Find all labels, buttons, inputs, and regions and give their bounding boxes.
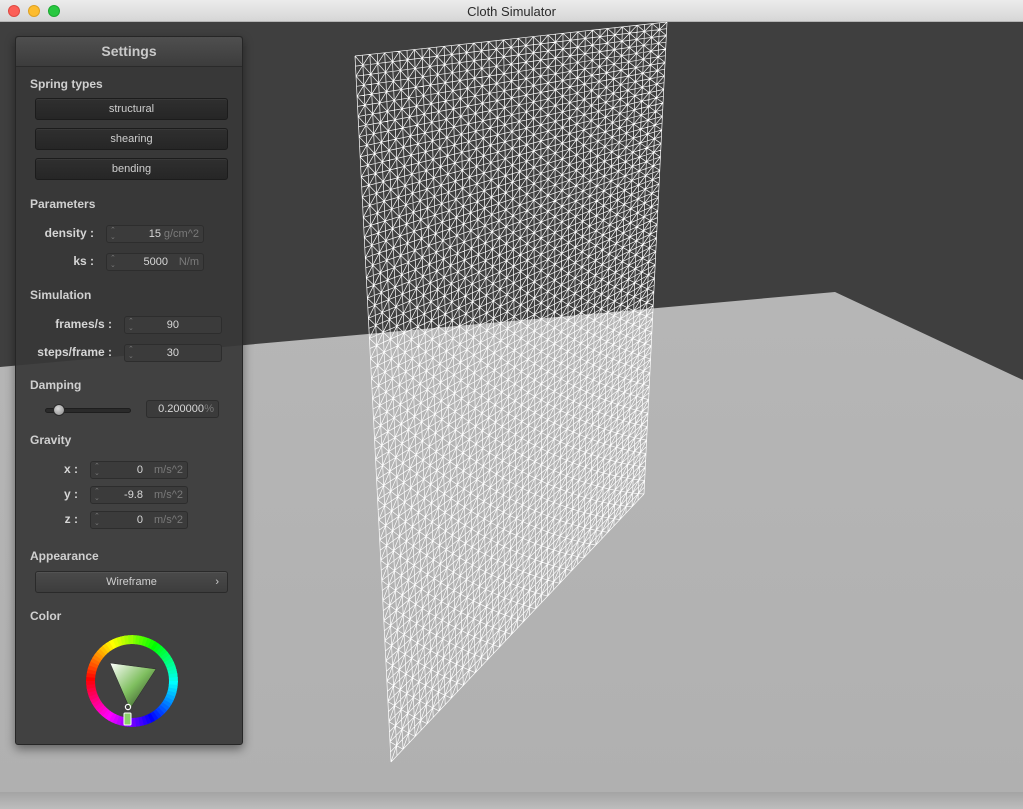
damping-label: Damping bbox=[30, 378, 82, 392]
damping-field[interactable]: 0.200000 % bbox=[146, 400, 219, 418]
window-title: Cloth Simulator bbox=[467, 4, 556, 19]
gravity-x-unit: m/s^2 bbox=[154, 464, 183, 476]
gravity-x-value: 0 bbox=[136, 464, 143, 476]
ks-field[interactable]: ⌃ ⌄ 5000 N/m bbox=[106, 253, 204, 271]
frames-per-sec-label: frames/s : bbox=[55, 317, 112, 331]
appearance-dropdown[interactable]: Wireframe › bbox=[35, 571, 228, 593]
gravity-x-label: x : bbox=[63, 462, 78, 476]
gravity-label: Gravity bbox=[30, 433, 72, 447]
shearing-toggle-button[interactable]: shearing bbox=[35, 128, 228, 150]
ks-value: 5000 bbox=[143, 256, 168, 268]
gravity-y-label: y : bbox=[63, 487, 78, 501]
gravity-y-value: -9.8 bbox=[124, 489, 143, 501]
damping-unit: % bbox=[204, 403, 214, 415]
spinner-icon[interactable]: ⌃ ⌄ bbox=[94, 513, 100, 527]
steps-per-frame-field[interactable]: ⌃ ⌄ 30 bbox=[124, 344, 222, 362]
gravity-z-unit: m/s^2 bbox=[154, 514, 183, 526]
damping-slider-handle[interactable] bbox=[53, 404, 66, 416]
density-label: density : bbox=[44, 226, 94, 240]
damping-value: 0.200000 bbox=[158, 403, 204, 415]
density-value: 15 bbox=[148, 228, 161, 240]
density-unit: g/cm^2 bbox=[163, 228, 199, 240]
appearance-selected: Wireframe bbox=[106, 576, 157, 588]
steps-per-frame-label: steps/frame : bbox=[37, 345, 112, 359]
color-label: Color bbox=[30, 609, 62, 623]
frames-per-sec-field[interactable]: ⌃ ⌄ 90 bbox=[124, 316, 222, 334]
gravity-z-label: z : bbox=[64, 512, 78, 526]
bending-toggle-button[interactable]: bending bbox=[35, 158, 228, 180]
chevron-right-icon: › bbox=[215, 576, 219, 588]
spinner-icon[interactable]: ⌃ ⌄ bbox=[128, 318, 134, 332]
gravity-z-field[interactable]: ⌃ ⌄ 0 m/s^2 bbox=[90, 511, 188, 529]
structural-toggle-button[interactable]: structural bbox=[35, 98, 228, 120]
window-titlebar: Cloth Simulator bbox=[0, 0, 1023, 22]
appearance-label: Appearance bbox=[30, 549, 99, 563]
gravity-y-field[interactable]: ⌃ ⌄ -9.8 m/s^2 bbox=[90, 486, 188, 504]
gravity-y-unit: m/s^2 bbox=[154, 489, 183, 501]
ks-label: ks : bbox=[73, 254, 94, 268]
ks-unit: N/m bbox=[178, 256, 199, 268]
gravity-z-value: 0 bbox=[136, 514, 143, 526]
spinner-icon[interactable]: ⌃ ⌄ bbox=[128, 346, 134, 360]
spinner-icon[interactable]: ⌃ ⌄ bbox=[94, 463, 100, 477]
color-wheel-icon bbox=[86, 635, 178, 727]
frames-per-sec-value: 90 bbox=[166, 319, 179, 331]
gravity-x-field[interactable]: ⌃ ⌄ 0 m/s^2 bbox=[90, 461, 188, 479]
color-wheel-picker[interactable] bbox=[86, 635, 178, 727]
spinner-icon[interactable]: ⌃ ⌄ bbox=[110, 227, 116, 241]
settings-panel: Settings Spring types structural shearin… bbox=[15, 36, 243, 745]
settings-title[interactable]: Settings bbox=[16, 37, 242, 67]
steps-per-frame-value: 30 bbox=[166, 347, 179, 359]
spinner-icon[interactable]: ⌃ ⌄ bbox=[94, 488, 100, 502]
simulation-label: Simulation bbox=[30, 288, 92, 302]
spring-types-label: Spring types bbox=[30, 77, 103, 91]
density-field[interactable]: ⌃ ⌄ 15 g/cm^2 bbox=[106, 225, 204, 243]
spinner-icon[interactable]: ⌃ ⌄ bbox=[110, 255, 116, 269]
floor-edge bbox=[0, 792, 1023, 809]
parameters-label: Parameters bbox=[30, 197, 96, 211]
